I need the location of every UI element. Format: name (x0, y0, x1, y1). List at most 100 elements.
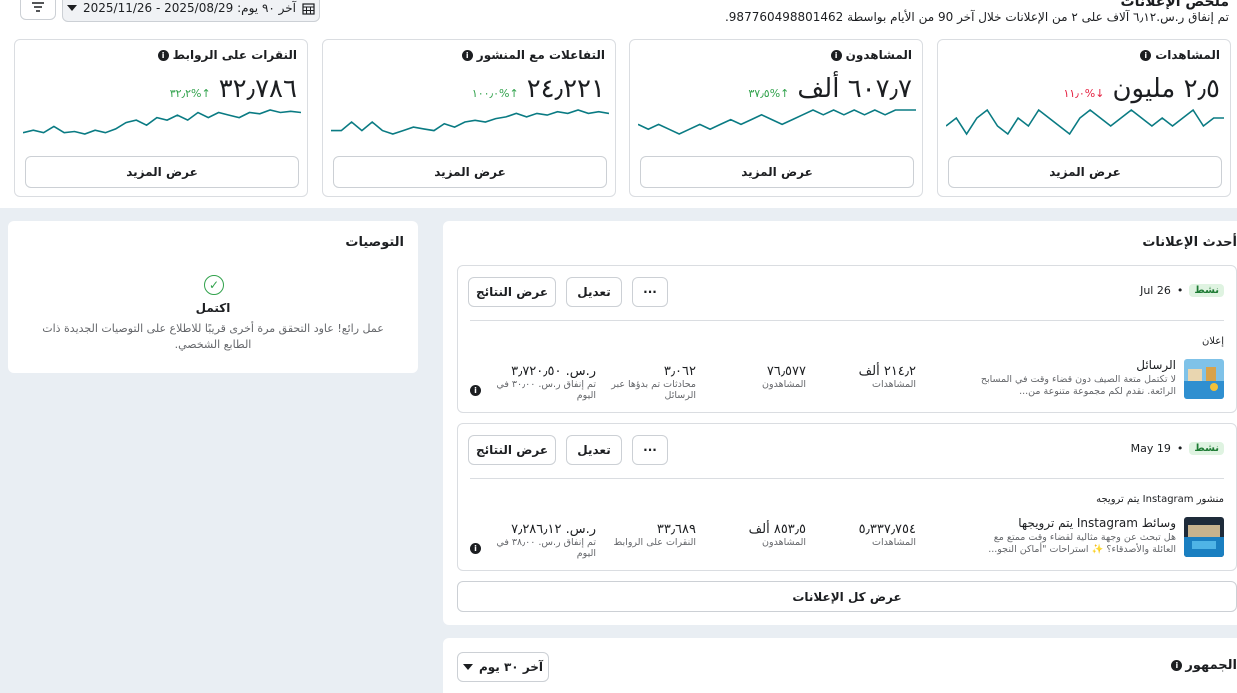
audience-range-dropdown[interactable]: آخر ٣٠ يوم (457, 652, 549, 682)
metric-title: التفاعلات مع المنشور i (461, 48, 605, 62)
ad-card: نشط • Jul 26 عرض النتائج تعديل ··· إعلان الرسائ… (457, 265, 1237, 413)
ad-stat: ٥٫٣٣٧٫٧٥٤ المشاهدات (816, 522, 916, 548)
more-options-button[interactable]: ··· (632, 277, 668, 307)
separator-dot: • (1176, 284, 1184, 297)
edit-button[interactable]: تعديل (566, 277, 622, 307)
ad-stat-value: ٨٥٣٫٥ ألف (748, 522, 806, 537)
ad-spend: ر.س. ٧٫٢٨٦٫١٢ تم إنفاق ر.س. ٣٨٫٠٠ في اليو… (488, 522, 596, 559)
ad-stat-value: ٢١٤٫٢ ألف (858, 364, 916, 379)
audience-panel: الجمهور i آخر ٣٠ يوم (443, 638, 1237, 693)
metric-change: ↑%١٠٠٫٠ (472, 87, 519, 100)
info-icon[interactable]: i (157, 49, 169, 61)
ad-stat-label: محادثات تم بدؤها عبر الرسائل (611, 379, 696, 401)
info-icon[interactable]: i (1140, 49, 1152, 61)
view-all-ads-button[interactable]: عرض كل الإعلانات (457, 581, 1237, 612)
info-icon[interactable]: i (470, 543, 481, 554)
separator-dot: • (1176, 442, 1184, 455)
status-badge: نشط (1189, 442, 1224, 455)
recommendations-panel: التوصيات ✓ اكتمل عمل رائع! عاود التحقق م… (8, 221, 418, 373)
ad-name[interactable]: وسائط Instagram يتم ترويجها (976, 516, 1176, 530)
metric-card: المشاهدات i ٢٫٥ مليون ↓%١١٫٠ عرض المزيد (937, 39, 1231, 197)
arrow-up-icon: ↑ (201, 87, 211, 100)
ad-thumbnail[interactable] (1184, 359, 1224, 399)
ad-description: لا تكتمل متعة الصيف دون قضاء وقت في المس… (980, 374, 1176, 397)
ad-spend-note: تم إنفاق ر.س. ٣٠٫٠٠ في اليوم (496, 379, 596, 401)
metric-change: ↑%٣٧٫٥ (748, 87, 789, 100)
divider (470, 320, 1224, 321)
info-icon[interactable]: i (461, 49, 473, 61)
divider (470, 478, 1224, 479)
ad-stat-value: ٥٫٣٣٧٫٧٥٤ (858, 522, 916, 537)
summary-title: ملخص الإعلانات (1120, 0, 1229, 10)
edit-button[interactable]: تعديل (566, 435, 622, 465)
ad-thumbnail[interactable] (1184, 517, 1224, 557)
metric-title-text: المشاهدات (1155, 48, 1220, 62)
view-more-button[interactable]: عرض المزيد (948, 156, 1222, 188)
recommendations-status: اكتمل (195, 301, 231, 315)
date-range-button[interactable]: آخر ٩٠ يوم: 2025/08/29 - 2025/11/26 (62, 0, 320, 22)
date-range-label: آخر ٩٠ يوم: 2025/08/29 - 2025/11/26 (82, 1, 297, 15)
arrow-up-icon: ↑ (780, 87, 790, 100)
sparkline-chart (638, 109, 916, 135)
ad-stat-label: المشاهدون (762, 379, 806, 390)
sparkline-series (638, 109, 916, 135)
metric-title-text: التفاعلات مع المنشور (476, 48, 605, 62)
recommendations-text: عمل رائع! عاود التحقق مرة أخرى قريبًا لل… (42, 322, 384, 351)
metric-change-value: %١٠٠٫٠ (471, 87, 510, 100)
ad-description: هل تبحث عن وجهة مثالية لقضاء وقت ممتع مع… (988, 532, 1176, 555)
sparkline-chart (331, 109, 609, 135)
ad-stat: ٨٥٣٫٥ ألف المشاهدون (706, 522, 806, 548)
ad-stat-label: المشاهدات (872, 379, 916, 390)
ad-stat: ٧٦٫٥٧٧ المشاهدون (706, 364, 806, 390)
sparkline-series (23, 109, 301, 135)
view-results-button[interactable]: عرض النتائج (468, 277, 556, 307)
ad-spend-note: تم إنفاق ر.س. ٣٨٫٠٠ في اليوم (496, 537, 596, 559)
metric-value: ٦٠٧٫٧ ألف (797, 74, 912, 104)
audience-title: الجمهور i (1171, 658, 1237, 673)
ad-stat-label: المشاهدات (872, 537, 916, 548)
audience-title-text: الجمهور (1185, 658, 1237, 673)
ad-date: May 19 (1130, 442, 1171, 455)
summary-subtitle: تم إنفاق ر.س.٦٫١٢ آلاف على ٢ من الإعلانا… (724, 10, 1229, 24)
info-icon[interactable]: i (1171, 660, 1183, 671)
check-circle-icon: ✓ (204, 275, 224, 295)
info-icon[interactable]: i (830, 49, 842, 61)
ad-name[interactable]: الرسائل (976, 358, 1176, 372)
metric-value: ٣٢٫٧٨٦ (218, 74, 297, 104)
audience-range-label: آخر ٣٠ يوم (478, 660, 544, 674)
metric-title-text: المشاهدون (845, 48, 912, 62)
metric-change: ↓%١١٫٠ (1063, 87, 1104, 100)
metric-card: المشاهدون i ٦٠٧٫٧ ألف ↑%٣٧٫٥ عرض المزيد (629, 39, 923, 197)
ad-actions: عرض النتائج تعديل ··· (468, 435, 668, 465)
metric-change: ↑%٣٢٫٢ (170, 87, 211, 100)
ad-header: نشط • Jul 26 (1140, 284, 1224, 297)
recommendations-title: التوصيات (345, 235, 404, 250)
info-icon[interactable]: i (470, 385, 481, 396)
caret-down-icon (462, 664, 473, 670)
ad-spend-value: ر.س. ٧٫٢٨٦٫١٢ (511, 522, 596, 537)
metric-value: ٢٫٥ مليون (1112, 74, 1220, 104)
view-results-button[interactable]: عرض النتائج (468, 435, 556, 465)
filter-button[interactable] (20, 0, 56, 20)
more-options-button[interactable]: ··· (632, 435, 668, 465)
ad-stat: ٣٫٠٦٢ محادثات تم بدؤها عبر الرسائل (596, 364, 696, 401)
ad-type-label: إعلان (1201, 336, 1224, 347)
arrow-down-icon: ↓ (1095, 87, 1105, 100)
metric-card: التفاعلات مع المنشور i ٢٤٫٢٢١ ↑%١٠٠٫٠ عرض ال… (322, 39, 616, 197)
sparkline-chart (946, 108, 1224, 136)
ad-stat-value: ٧٦٫٥٧٧ (766, 364, 806, 379)
view-more-button[interactable]: عرض المزيد (25, 156, 299, 188)
view-more-button[interactable]: عرض المزيد (640, 156, 914, 188)
metric-title: النقرات على الروابط i (157, 48, 297, 62)
metric-value-row: ٦٠٧٫٧ ألف ↑%٣٧٫٥ (748, 74, 912, 104)
filter-icon (32, 2, 44, 12)
calendar-icon (302, 2, 315, 15)
metric-card: النقرات على الروابط i ٣٢٫٧٨٦ ↑%٣٢٫٢ عرض المز… (14, 39, 308, 197)
metric-change-value: %٣٧٫٥ (748, 87, 781, 100)
summary-header: ملخص الإعلانات تم إنفاق ر.س.٦٫١٢ آلاف عل… (0, 0, 1237, 30)
metric-change-value: %٣٢٫٢ (169, 87, 202, 100)
recent-ads-panel: أحدث الإعلانات نشط • Jul 26 عرض النتائج تعدي… (443, 221, 1237, 625)
metric-title: المشاهدون i (830, 48, 912, 62)
ad-actions: عرض النتائج تعديل ··· (468, 277, 668, 307)
view-more-button[interactable]: عرض المزيد (333, 156, 607, 188)
